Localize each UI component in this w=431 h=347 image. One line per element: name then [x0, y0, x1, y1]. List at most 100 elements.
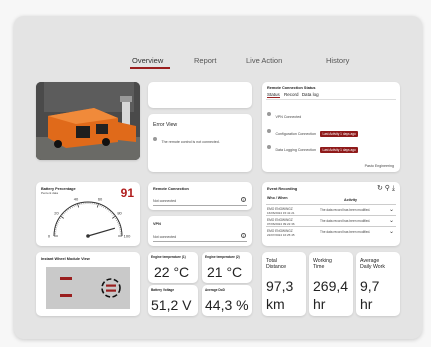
col-activity: Activity	[344, 198, 357, 202]
gauge-tick	[115, 219, 118, 221]
wheel-module-panel	[46, 267, 130, 309]
search-icon[interactable]: ⚲	[385, 185, 390, 192]
gauge-tick	[112, 214, 115, 216]
gauge-tick	[116, 221, 119, 223]
gauge-label: 80	[117, 211, 122, 216]
vehicle-image	[36, 82, 140, 160]
metric-value: 44,3 %	[205, 297, 249, 313]
download-icon[interactable]: ⤓	[392, 185, 395, 192]
info-icon[interactable]: i	[241, 197, 246, 202]
gauge-tick	[61, 214, 64, 216]
chevron-down-icon[interactable]: ⌄	[389, 206, 394, 213]
status-row-vpn: VPN Connected	[267, 105, 301, 123]
gauge-tick	[114, 217, 117, 220]
top-nav: Overview Report Live Action History	[14, 56, 422, 70]
datalog-status-dot-icon	[267, 144, 271, 149]
gauge-tick	[77, 203, 80, 208]
tab-status[interactable]: Status	[267, 92, 280, 98]
col-when: When	[277, 196, 288, 200]
vpn-card: VPN Not connected i	[148, 216, 252, 246]
total-unit: km	[266, 296, 285, 312]
metric-card-average-dod: Average DoD 44,3 %	[202, 285, 252, 316]
wheel-indicator	[60, 294, 72, 297]
wheel-module-card: Instant Wheel Module View	[36, 252, 140, 316]
status-row-data-logging: Data Logging Connection Last Activity 1 …	[267, 138, 358, 156]
gauge-tick	[71, 206, 73, 209]
total-unit: hr	[313, 296, 326, 312]
remote-status-heading: Remote Connection Status	[267, 86, 316, 90]
metric-value: 22 °C	[154, 264, 190, 280]
wheel-module-title: Instant Wheel Module View	[41, 257, 90, 261]
gauge-tick	[108, 209, 110, 212]
gauge-needle	[87, 227, 116, 237]
gauge-tick	[104, 207, 107, 210]
vehicle-image-card	[36, 82, 140, 160]
config-activity-badge: Last Activity 1 days ago	[320, 131, 358, 137]
working-time-card: Working Time 269,4 hr	[309, 252, 353, 316]
gauge-tick	[57, 221, 60, 223]
refresh-icon[interactable]: ↻	[377, 185, 383, 192]
wheel-indicator	[60, 277, 72, 280]
tab-live-action[interactable]: Live Action	[246, 56, 282, 65]
metric-card-engine-temp-1: Engine temperature (1) 22 °C	[148, 252, 198, 283]
gauge-tick	[109, 211, 112, 213]
gauge-tick	[63, 212, 65, 215]
total-value: 97,3	[266, 278, 294, 294]
metric-card-engine-temp-2: Engine temperature (2) 21 °C	[202, 252, 252, 283]
status-dot-icon	[153, 136, 157, 141]
battery-gauge: 0 20 40 60 80 100	[48, 196, 131, 239]
gauge-tick	[101, 205, 103, 208]
total-unit: hr	[360, 296, 373, 312]
tab-record[interactable]: Record	[284, 92, 299, 97]
remote-connection-value: Not connected	[153, 199, 177, 203]
chevron-down-icon[interactable]: ⌄	[389, 217, 394, 224]
error-view-card: Error View The remote control is not con…	[148, 114, 252, 172]
col-who: Who	[267, 196, 275, 200]
table-row[interactable]: EMO ENGWINGZ 16/06/2024 15:41:21 The dat…	[266, 204, 396, 215]
event-recording-title: Event Recording	[267, 187, 298, 191]
metric-value: 51,2 V	[151, 297, 192, 313]
empty-card	[148, 82, 252, 108]
tab-history[interactable]: History	[326, 56, 349, 65]
gauge-arc	[53, 201, 123, 237]
gauge-label: 0	[48, 234, 51, 239]
table-row[interactable]: EMO ENGWINGZ 07/06/2024 09:22:36 The dat…	[266, 215, 396, 226]
gauge-tick	[60, 215, 64, 219]
gauge-tick	[73, 205, 75, 208]
gauge-label: 60	[98, 196, 103, 201]
battery-card: Battery Percentage Percent data 91 0 20 40…	[36, 182, 140, 246]
total-value: 9,7	[360, 278, 380, 294]
config-status-dot-icon	[267, 128, 271, 133]
tab-data-log[interactable]: Data log	[302, 92, 319, 97]
wheel-rotation-icon	[101, 278, 121, 298]
remote-connection-title: Remote Connection	[153, 187, 189, 191]
gauge-tick	[112, 215, 116, 219]
vpn-title: VPN	[153, 222, 161, 226]
gauge-tick	[111, 212, 113, 215]
gauge-tick	[59, 217, 62, 220]
tab-overview[interactable]: Overview	[132, 56, 163, 65]
gauge-label: 100	[124, 234, 131, 239]
tab-report[interactable]: Report	[194, 56, 217, 65]
chevron-down-icon[interactable]: ⌄	[389, 228, 394, 235]
active-tab-underline	[130, 67, 170, 69]
remote-status-tabs: Status Record Data log	[267, 92, 319, 98]
remote-status-footer: Pasto Engineering	[364, 164, 394, 168]
gauge-tick	[64, 211, 67, 213]
average-daily-work-card: Average Daily Work 9,7 hr	[356, 252, 400, 316]
gauge-tick	[106, 208, 109, 211]
datalog-activity-badge: Last Activity 1 days ago	[320, 147, 358, 153]
gauge-tick	[69, 207, 72, 210]
gauge-hub	[86, 234, 90, 238]
vpn-status-dot-icon	[267, 111, 271, 116]
remote-connection-card: Remote Connection Not connected i	[148, 182, 252, 210]
gauge-tick	[66, 209, 68, 212]
total-value: 269,4	[313, 278, 349, 294]
table-row[interactable]: EMO ENGWINGZ 22/07/2024 16:25:45 The dat…	[266, 226, 396, 237]
vpn-info-icon[interactable]: i	[241, 233, 246, 238]
error-view-title: Error View	[153, 122, 178, 128]
event-recording-card: Event Recording ↻ ⚲ ⤓ Who / When Activit…	[262, 182, 400, 246]
metric-card-battery-voltage: Battery Voltage 51,2 V	[148, 285, 198, 316]
total-distance-card: Total Distance 97,3 km	[262, 252, 306, 316]
gauge-label: 20	[54, 211, 59, 216]
